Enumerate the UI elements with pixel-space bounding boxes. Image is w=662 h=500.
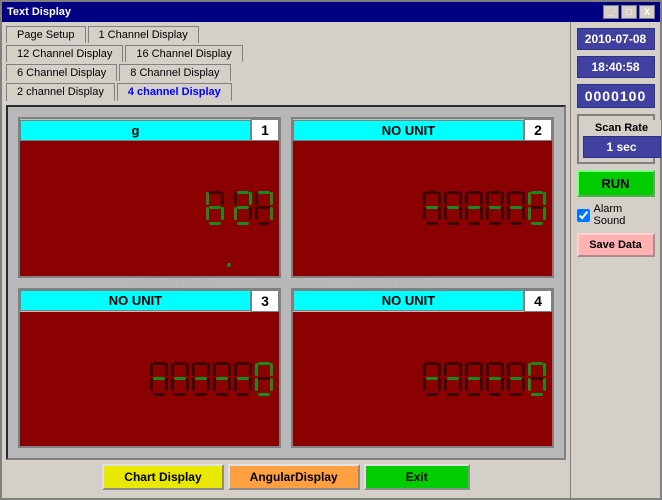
channel-box-4: NO UNIT 4 (291, 288, 554, 449)
tab-2-channel[interactable]: 2 channel Display (6, 83, 115, 101)
channel-box-2: NO UNIT 2 (291, 117, 554, 278)
time-display: 18:40:58 (577, 56, 655, 78)
channel-4-header: NO UNIT 4 (293, 290, 552, 312)
ch2-d2 (444, 191, 462, 225)
channel-1-lcd (20, 141, 279, 276)
ch4-d1 (423, 362, 441, 396)
ch2-d4 (486, 191, 504, 225)
display-area: LEGATOOL LEGATOOL LEGATOOL g 1 (6, 105, 566, 460)
ch4-d4 (486, 362, 504, 396)
run-button[interactable]: RUN (577, 170, 655, 197)
ch3-d3 (192, 362, 210, 396)
alarm-sound-label: Alarm Sound (594, 203, 655, 227)
channel-4-unit: NO UNIT (293, 290, 524, 311)
tab-row-2: 12 Channel Display 16 Channel Display (6, 45, 566, 62)
bottom-bar: Chart Display AngularDisplay Exit (6, 460, 566, 494)
ch3-d4 (213, 362, 231, 396)
alarm-sound-checkbox[interactable] (577, 209, 590, 222)
ch2-d5 (507, 191, 525, 225)
tab-row-4: 2 channel Display 4 channel Display (6, 83, 566, 101)
ch2-d3 (465, 191, 483, 225)
scan-rate-label: Scan Rate (583, 120, 661, 136)
tab-16-channel[interactable]: 16 Channel Display (125, 45, 242, 62)
ch4-d0 (528, 362, 546, 396)
tab-6-channel[interactable]: 6 Channel Display (6, 64, 117, 81)
channel-box-1: g 1 (18, 117, 281, 278)
scan-rate-value: 1 sec (583, 136, 661, 158)
channel-1-header: g 1 (20, 119, 279, 141)
tabs-container: Page Setup 1 Channel Display 12 Channel … (6, 26, 566, 103)
tab-page-setup[interactable]: Page Setup (6, 26, 86, 43)
tab-row-3: 6 Channel Display 8 Channel Display (6, 64, 566, 81)
channel-1-number: 1 (251, 119, 279, 141)
counter-display: 0000100 (577, 84, 655, 108)
ch4-d5 (507, 362, 525, 396)
exit-button[interactable]: Exit (364, 464, 470, 490)
ch4-d2 (444, 362, 462, 396)
tab-row-1: Page Setup 1 Channel Display (6, 26, 566, 43)
date-display: 2010-07-08 (577, 28, 655, 50)
ch2-d1 (423, 191, 441, 225)
digit-6 (206, 191, 224, 225)
title-bar: Text Display _ □ X (2, 2, 660, 22)
digit-2 (234, 191, 252, 225)
channel-2-lcd (293, 141, 552, 276)
channel-3-lcd (20, 312, 279, 447)
channel-3-header: NO UNIT 3 (20, 290, 279, 312)
channel-2-number: 2 (524, 119, 552, 141)
tab-1-channel[interactable]: 1 Channel Display (88, 26, 199, 43)
ch3-d0 (255, 362, 273, 396)
window-title: Text Display (7, 6, 71, 18)
ch3-d5 (234, 362, 252, 396)
channel-4-lcd (293, 312, 552, 447)
main-window: Text Display _ □ X Page Setup 1 Channel … (0, 0, 662, 500)
left-panel: Page Setup 1 Channel Display 12 Channel … (2, 22, 570, 498)
channel-box-3: NO UNIT 3 (18, 288, 281, 449)
close-button[interactable]: X (639, 5, 655, 19)
maximize-button[interactable]: □ (621, 5, 637, 19)
channel-3-unit: NO UNIT (20, 290, 251, 311)
tab-4-channel[interactable]: 4 channel Display (117, 83, 232, 101)
ch3-d1 (150, 362, 168, 396)
tab-8-channel[interactable]: 8 Channel Display (119, 64, 230, 81)
channel-4-number: 4 (524, 290, 552, 312)
channel-2-unit: NO UNIT (293, 120, 524, 141)
ch4-d3 (465, 362, 483, 396)
alarm-sound-container: Alarm Sound (577, 203, 655, 227)
ch2-d0 (528, 191, 546, 225)
minimize-button[interactable]: _ (603, 5, 619, 19)
digit-7 (255, 191, 273, 225)
channel-1-unit: g (20, 120, 251, 141)
channel-2-header: NO UNIT 2 (293, 119, 552, 141)
scan-rate-box: Scan Rate 1 sec (577, 114, 655, 164)
decimal-point (227, 263, 231, 267)
ch3-d2 (171, 362, 189, 396)
title-bar-buttons: _ □ X (603, 5, 655, 19)
tab-12-channel[interactable]: 12 Channel Display (6, 45, 123, 62)
right-panel: 2010-07-08 18:40:58 0000100 Scan Rate 1 … (570, 22, 660, 498)
save-data-button[interactable]: Save Data (577, 233, 655, 257)
angular-display-button[interactable]: AngularDisplay (228, 464, 360, 490)
main-content: Page Setup 1 Channel Display 12 Channel … (2, 22, 660, 498)
channel-3-number: 3 (251, 290, 279, 312)
chart-display-button[interactable]: Chart Display (102, 464, 223, 490)
